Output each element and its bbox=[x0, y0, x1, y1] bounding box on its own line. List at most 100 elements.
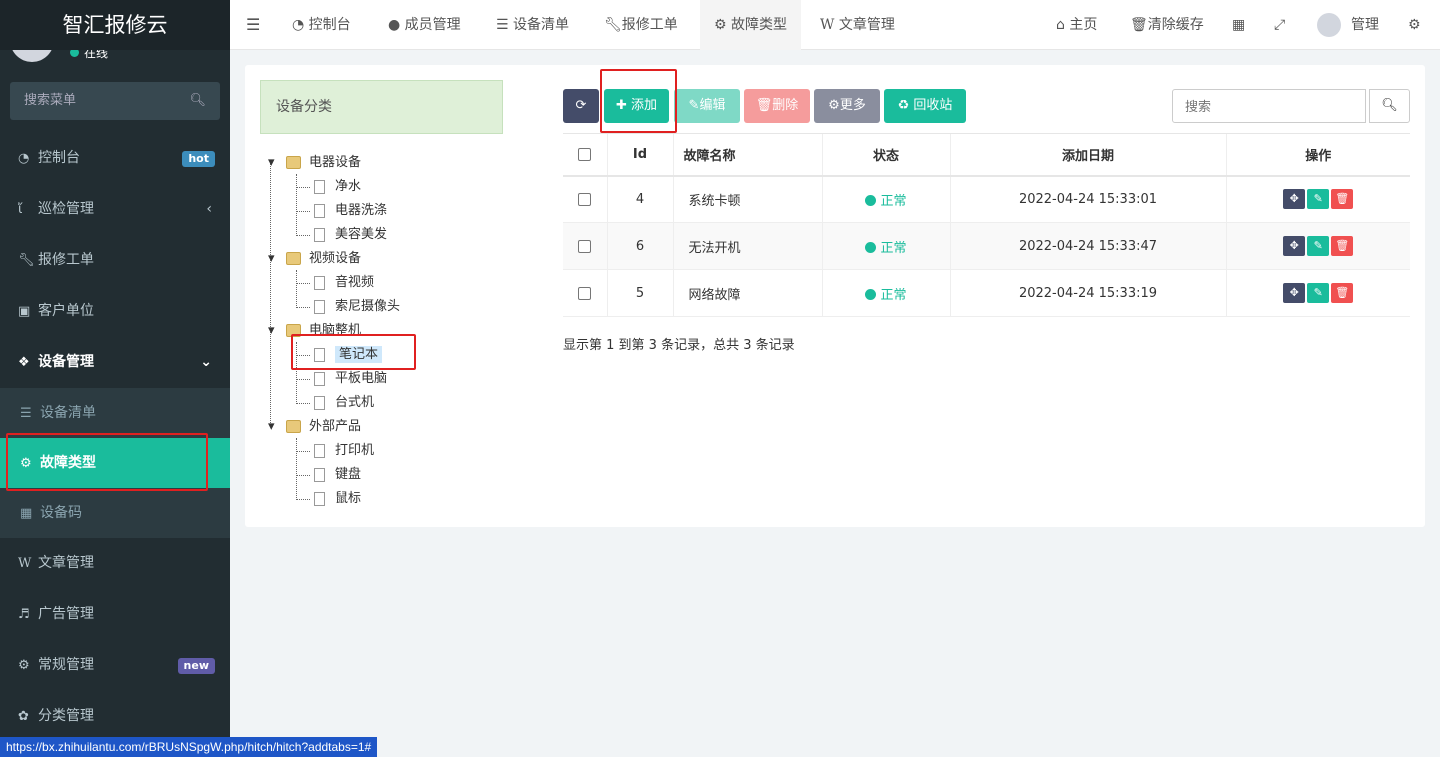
tree-node-leaf[interactable]: 台式机 bbox=[296, 392, 374, 414]
sidebar-item-device-list[interactable]: ☰ 设备清单 bbox=[0, 388, 230, 438]
cell-status: 正常 bbox=[821, 222, 950, 270]
sidebar: 在线 智汇报修云 搜索菜单 🔍︎ ◔ 控制台 hot ἴ 巡检管理 ‹ 🔧︎ 报修工单 ▣ 客… bbox=[0, 0, 230, 757]
drag-sort-button[interactable]: ✥ bbox=[1283, 236, 1306, 256]
status-label: 正常 bbox=[880, 240, 907, 256]
sidebar-item-label: 控制台 bbox=[38, 150, 80, 166]
row-checkbox[interactable] bbox=[578, 239, 592, 253]
file-icon bbox=[314, 227, 325, 242]
status-dot-icon bbox=[865, 288, 877, 300]
leaf-icon: ✿ bbox=[18, 709, 29, 724]
settings-icon[interactable]: ⚙ bbox=[1408, 0, 1421, 50]
tab-dashboard[interactable]: ◔ 控制台 bbox=[292, 0, 351, 50]
sidebar-item-category[interactable]: ✿ 分类管理 bbox=[0, 691, 230, 742]
edit-button[interactable]: ✎编辑 bbox=[674, 89, 740, 123]
sidebar-item-ads[interactable]: ♬ 广告管理 bbox=[0, 589, 230, 640]
tree-node-folder[interactable]: ▾ 外部产品 bbox=[268, 416, 361, 438]
search-icon: 🔍︎ bbox=[1381, 98, 1398, 113]
home-label: 主页 bbox=[1069, 17, 1098, 33]
search-icon[interactable]: 🔍︎ bbox=[189, 82, 206, 120]
table-search-input[interactable] bbox=[1172, 89, 1366, 123]
highlight-box-sidebar bbox=[6, 433, 208, 491]
row-select-cell bbox=[563, 222, 607, 270]
sidebar-item-customer[interactable]: ▣ 客户单位 bbox=[0, 286, 230, 337]
tree-node-label: 外部产品 bbox=[309, 419, 362, 434]
row-checkbox[interactable] bbox=[578, 192, 592, 206]
tree-node-leaf[interactable]: 索尼摄像头 bbox=[296, 296, 400, 318]
tree-node-leaf[interactable]: 音视频 bbox=[296, 272, 374, 294]
tab-fault-type[interactable]: ⚙ 故障类型 bbox=[700, 0, 802, 50]
cell-id: 6 bbox=[606, 222, 673, 270]
table-search-button[interactable]: 🔍︎ bbox=[1369, 89, 1410, 123]
topbar: ☰ ◔ 控制台 ● 成员管理 ☰ 设备清单 🔧︎报修工单 ⚙ 故障类型 W 文章… bbox=[230, 0, 1440, 50]
translate-icon[interactable]: ▦ bbox=[1232, 0, 1245, 50]
row-edit-button[interactable]: ✎ bbox=[1307, 189, 1330, 210]
highlight-box-add bbox=[600, 69, 677, 133]
table-row: 6 无法开机 正常 2022-04-24 15:33:47 ✥ ✎ 🗑︎ bbox=[563, 222, 1410, 270]
tab-members[interactable]: ● 成员管理 bbox=[388, 0, 461, 50]
row-delete-button[interactable]: 🗑︎ bbox=[1331, 283, 1354, 303]
recycle-bin-button[interactable]: ♻ 回收站 bbox=[884, 89, 966, 123]
tree-node-label: 平板电脑 bbox=[335, 371, 388, 386]
sidebar-item-general[interactable]: ⚙ 常规管理 new bbox=[0, 640, 230, 691]
status-bar-url: https://bx.zhihuilantu.com/rBRUsNSpgW.ph… bbox=[0, 737, 378, 757]
tree-node-leaf[interactable]: 鼠标 bbox=[296, 488, 361, 510]
tree-node-leaf[interactable]: 美容美发 bbox=[296, 224, 387, 246]
folder-icon bbox=[286, 420, 301, 433]
tree-node-leaf[interactable]: 电器洗涤 bbox=[296, 200, 387, 222]
home-icon: ⌂ bbox=[1056, 17, 1065, 33]
new-badge: new bbox=[177, 658, 215, 674]
folder-icon bbox=[286, 156, 301, 169]
tree-node-label: 鼠标 bbox=[335, 491, 362, 506]
address-book-icon: ▣ bbox=[18, 304, 31, 319]
row-delete-button[interactable]: 🗑︎ bbox=[1331, 236, 1354, 256]
sidebar-item-dashboard[interactable]: ◔ 控制台 hot bbox=[0, 133, 230, 184]
drag-sort-button[interactable]: ✥ bbox=[1283, 189, 1306, 210]
refresh-button[interactable]: ⟳ bbox=[563, 89, 599, 123]
folder-icon bbox=[286, 252, 301, 265]
row-delete-button[interactable]: 🗑︎ bbox=[1331, 189, 1354, 210]
wrench-icon: 🔧︎ bbox=[18, 253, 35, 268]
more-button[interactable]: ⚙更多 bbox=[814, 89, 880, 123]
tree-node-label: 音视频 bbox=[335, 275, 375, 290]
file-icon bbox=[314, 491, 325, 506]
clear-cache-button[interactable]: 🗑︎清除缓存 bbox=[1130, 0, 1204, 50]
tree-node-leaf[interactable]: 净水 bbox=[296, 176, 361, 198]
sidebar-item-device-code[interactable]: ▦ 设备码 bbox=[0, 488, 230, 538]
table-row: 4 系统卡顿 正常 2022-04-24 15:33:01 ✥ ✎ 🗑︎ bbox=[563, 175, 1410, 223]
tree-node-leaf[interactable]: 平板电脑 bbox=[296, 368, 387, 390]
cell-date: 2022-04-24 15:33:47 bbox=[949, 222, 1226, 270]
tree-node-folder[interactable]: ▾ 视频设备 bbox=[268, 248, 361, 270]
sidebar-item-article[interactable]: W 文章管理 bbox=[0, 538, 230, 589]
row-edit-button[interactable]: ✎ bbox=[1307, 283, 1330, 303]
sidebar-item-device-management[interactable]: ❖ 设备管理 ⌄ bbox=[0, 337, 230, 388]
fullscreen-icon[interactable]: ⤢ bbox=[1274, 0, 1285, 50]
tree-line bbox=[270, 163, 271, 427]
column-header-status[interactable]: 状态 bbox=[821, 133, 950, 177]
cell-status: 正常 bbox=[821, 269, 950, 317]
tree-node-leaf[interactable]: 键盘 bbox=[296, 464, 361, 486]
app-title[interactable]: 智汇报修云 bbox=[0, 0, 230, 50]
drag-sort-button[interactable]: ✥ bbox=[1283, 283, 1306, 303]
tree-node-folder[interactable]: ▾ 电器设备 bbox=[268, 152, 361, 174]
menu-search-input[interactable]: 搜索菜单 🔍︎ bbox=[10, 82, 220, 120]
file-icon bbox=[314, 179, 325, 194]
user-menu[interactable]: 管理 bbox=[1317, 0, 1379, 50]
status-dot-icon bbox=[865, 241, 877, 253]
sidebar-item-inspection[interactable]: ἴ 巡检管理 ‹ bbox=[0, 184, 230, 235]
home-link[interactable]: ⌂ 主页 bbox=[1056, 0, 1097, 50]
tree-node-leaf[interactable]: 打印机 bbox=[296, 440, 374, 462]
menu-toggle-icon[interactable]: ☰ bbox=[246, 0, 260, 50]
cogs-icon: ⚙ bbox=[714, 17, 727, 33]
tab-device-list[interactable]: ☰ 设备清单 bbox=[496, 0, 569, 50]
tab-article[interactable]: W 文章管理 bbox=[820, 0, 895, 50]
select-all-checkbox[interactable] bbox=[578, 147, 592, 161]
sidebar-item-repair-order[interactable]: 🔧︎ 报修工单 bbox=[0, 235, 230, 286]
cell-actions: ✥ ✎ 🗑︎ bbox=[1225, 175, 1410, 223]
row-edit-button[interactable]: ✎ bbox=[1307, 236, 1330, 256]
column-header-name[interactable]: 故障名称 bbox=[672, 133, 822, 177]
column-header-date[interactable]: 添加日期 bbox=[949, 133, 1226, 177]
tab-repair-order[interactable]: 🔧︎报修工单 bbox=[604, 0, 678, 50]
column-header-id[interactable]: Id bbox=[606, 133, 673, 177]
row-checkbox[interactable] bbox=[578, 286, 592, 300]
delete-button[interactable]: 🗑︎删除 bbox=[744, 89, 810, 123]
